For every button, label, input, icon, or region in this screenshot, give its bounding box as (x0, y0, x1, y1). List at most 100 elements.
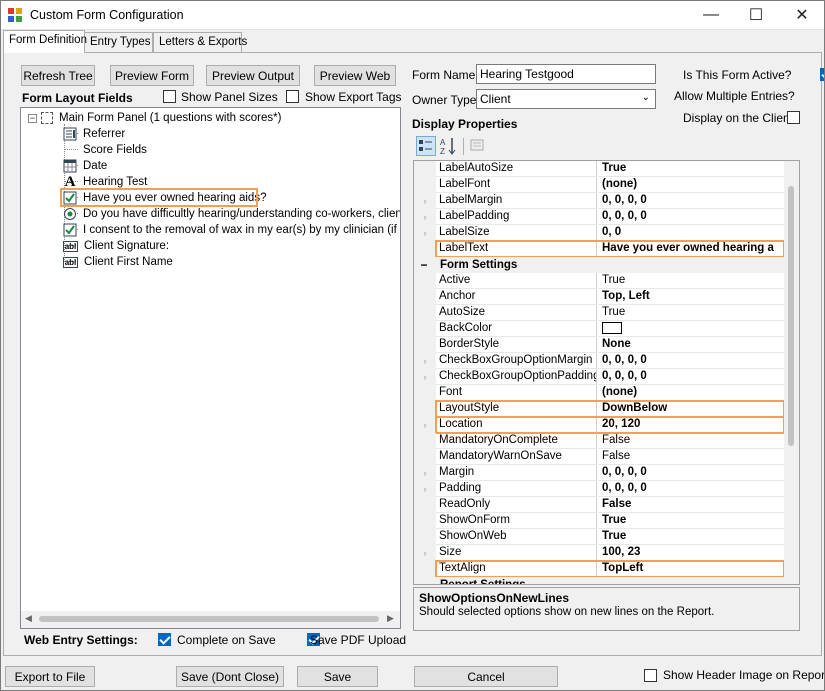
property-pages-button[interactable] (468, 136, 488, 156)
tree-item[interactable]: Date (63, 158, 107, 174)
property-value[interactable]: 0, 0 (598, 225, 784, 241)
property-value[interactable]: (none) (598, 385, 784, 401)
maximize-button[interactable]: ☐ (733, 0, 779, 30)
property-value[interactable]: True (598, 305, 784, 321)
collapse-icon[interactable]: ▬ (421, 577, 427, 584)
property-row[interactable]: › Margin 0, 0, 0, 0 (414, 465, 784, 481)
tree-item[interactable]: abl Client First Name (63, 254, 173, 270)
property-row[interactable]: LabelAutoSize True (414, 161, 784, 177)
property-row[interactable]: LayoutStyle DownBelow (414, 401, 784, 417)
property-value[interactable]: False (598, 497, 784, 513)
expand-icon[interactable]: › (414, 465, 436, 481)
property-value[interactable]: True (598, 273, 784, 289)
property-row[interactable]: › Location 20, 120 (414, 417, 784, 433)
tree-root-node[interactable]: − Main Form Panel (1 questions with scor… (28, 110, 281, 126)
scroll-thumb[interactable] (788, 186, 794, 446)
categorized-view-button[interactable] (416, 136, 436, 156)
alphabetical-view-button[interactable]: AZ (439, 136, 459, 156)
property-value[interactable]: False (598, 433, 784, 449)
tree-item[interactable]: I consent to the removal of wax in my ea… (63, 222, 400, 238)
property-value[interactable]: None (598, 337, 784, 353)
property-row[interactable]: BackColor (414, 321, 784, 337)
property-value[interactable]: TopLeft (598, 561, 784, 577)
expand-icon[interactable]: › (414, 545, 436, 561)
expand-icon[interactable]: › (414, 353, 436, 369)
property-row[interactable]: LabelFont (none) (414, 177, 784, 193)
preview-web-button[interactable]: Preview Web (314, 65, 396, 86)
property-value[interactable]: True (598, 513, 784, 529)
expand-icon[interactable]: › (414, 193, 436, 209)
tree-item-selected[interactable]: Have you ever owned hearing aids? (63, 190, 266, 206)
property-row[interactable]: ShowOnWeb True (414, 529, 784, 545)
save-button[interactable]: Save (297, 666, 378, 687)
display-on-client-checkbox[interactable] (787, 111, 800, 124)
preview-output-button[interactable]: Preview Output (206, 65, 300, 86)
property-row[interactable]: › CheckBoxGroupOptionMargin 0, 0, 0, 0 (414, 353, 784, 369)
property-value[interactable]: (none) (598, 177, 784, 193)
property-row[interactable]: Anchor Top, Left (414, 289, 784, 305)
property-row[interactable]: BorderStyle None (414, 337, 784, 353)
scroll-right-icon[interactable]: ▶ (387, 613, 394, 624)
property-row[interactable]: ReadOnly False (414, 497, 784, 513)
property-category[interactable]: ▬ Report Settings (414, 577, 784, 584)
property-row[interactable]: › LabelMargin 0, 0, 0, 0 (414, 193, 784, 209)
cancel-button[interactable]: Cancel (414, 666, 558, 687)
tab-entry-types[interactable]: Entry Types (84, 32, 153, 52)
property-row[interactable]: ShowOnForm True (414, 513, 784, 529)
form-name-input[interactable]: Hearing Testgood (476, 64, 656, 84)
tree-item[interactable]: Do you have difficultly hearing/understa… (63, 206, 400, 222)
property-value[interactable]: 20, 120 (598, 417, 784, 433)
expand-icon[interactable]: › (414, 481, 436, 497)
tree-item[interactable]: abl Client Signature: (63, 238, 169, 254)
property-row[interactable]: MandatoryWarnOnSave False (414, 449, 784, 465)
property-value[interactable]: 0, 0, 0, 0 (598, 193, 784, 209)
property-value[interactable]: 0, 0, 0, 0 (598, 369, 784, 385)
property-value[interactable]: 0, 0, 0, 0 (598, 209, 784, 225)
property-value[interactable]: DownBelow (598, 401, 784, 417)
tree-item[interactable]: Score Fields (63, 142, 147, 158)
tree-item[interactable]: Referrer (63, 126, 125, 142)
property-value[interactable]: Top, Left (598, 289, 784, 305)
property-row[interactable]: AutoSize True (414, 305, 784, 321)
expand-icon[interactable]: › (414, 225, 436, 241)
close-button[interactable]: ✕ (779, 0, 825, 30)
property-value[interactable]: Have you ever owned hearing a (598, 241, 784, 257)
expand-icon[interactable]: › (414, 369, 436, 385)
scroll-left-icon[interactable]: ◀ (25, 613, 32, 624)
form-layout-tree[interactable]: − Main Form Panel (1 questions with scor… (20, 107, 401, 629)
scroll-thumb[interactable] (39, 616, 379, 622)
property-row[interactable]: › LabelPadding 0, 0, 0, 0 (414, 209, 784, 225)
tree-horizontal-scrollbar[interactable]: ◀ ▶ (21, 611, 400, 628)
property-value[interactable] (598, 321, 784, 337)
property-category[interactable]: ▬ Form Settings (414, 257, 784, 273)
property-row[interactable]: › Size 100, 23 (414, 545, 784, 561)
refresh-tree-button[interactable]: Refresh Tree (21, 65, 95, 86)
tree-item[interactable]: A Hearing Test (63, 174, 148, 190)
save-dont-close-button[interactable]: Save (Dont Close) (176, 666, 284, 687)
tab-letters-exports[interactable]: Letters & Exports (153, 32, 247, 52)
property-grid[interactable]: LabelAutoSize True LabelFont (none) › LabelMa… (413, 160, 800, 585)
property-row[interactable]: › CheckBoxGroupOptionPadding 0, 0, 0, 0 (414, 369, 784, 385)
property-row[interactable]: LabelText Have you ever owned hearing a (414, 241, 784, 257)
property-row[interactable]: › Padding 0, 0, 0, 0 (414, 481, 784, 497)
show-header-image-checkbox[interactable] (644, 669, 657, 682)
property-grid-scrollbar[interactable] (784, 161, 799, 584)
property-value[interactable]: 0, 0, 0, 0 (598, 481, 784, 497)
property-row[interactable]: Font (none) (414, 385, 784, 401)
property-value[interactable]: 100, 23 (598, 545, 784, 561)
show-export-tags-checkbox[interactable] (286, 90, 299, 103)
preview-form-button[interactable]: Preview Form (110, 65, 194, 86)
property-value[interactable]: True (598, 529, 784, 545)
expand-icon[interactable]: › (414, 417, 436, 433)
property-row[interactable]: TextAlign TopLeft (414, 561, 784, 577)
minimize-button[interactable]: — (688, 0, 734, 30)
property-value[interactable]: True (598, 161, 784, 177)
property-row[interactable]: Active True (414, 273, 784, 289)
owner-type-select[interactable]: Client ⌄ (476, 89, 656, 109)
expand-icon[interactable]: › (414, 209, 436, 225)
complete-on-save-checkbox[interactable] (158, 633, 171, 646)
tab-form-definition[interactable]: Form Definition (3, 30, 87, 53)
show-panel-sizes-checkbox[interactable] (163, 90, 176, 103)
collapse-icon[interactable]: − (28, 113, 37, 123)
is-form-active-checkbox[interactable] (819, 68, 825, 81)
